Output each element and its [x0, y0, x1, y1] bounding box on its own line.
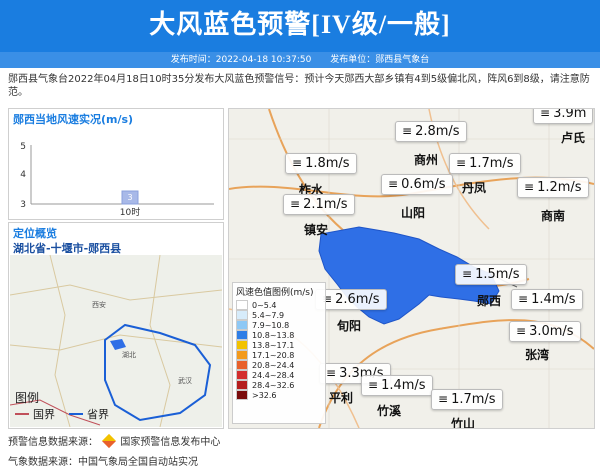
bar-value-label: 3: [127, 193, 132, 202]
wind-reading[interactable]: ≡ 1.4m/s: [361, 375, 433, 396]
wind-icon: ≡: [516, 324, 527, 338]
location-panel: 定位概览 湖北省-十堰市-郧西县 西安 湖北 武汉 图例 国界 省界: [8, 222, 224, 429]
y-tick-label: 4: [20, 170, 26, 180]
legend-row: 7.9~10.8: [233, 320, 325, 330]
wind-reading[interactable]: ≡ 2.1m/s: [283, 194, 355, 215]
wind-icon: ≡: [540, 108, 551, 120]
overview-legend: 图例 国界 省界: [15, 389, 125, 422]
overview-legend-title: 图例: [15, 391, 40, 405]
wind-reading[interactable]: ≡ 1.7m/s: [449, 153, 521, 174]
legend-swatch: [236, 380, 248, 390]
legend-row: 0~5.4: [233, 300, 325, 310]
wind-reading[interactable]: ≡ 3.0m/s: [509, 321, 581, 342]
wind-speed-chart: 5 4 3 3 10时: [20, 142, 214, 218]
legend-swatch: [236, 330, 248, 340]
wind-icon: ≡: [290, 197, 301, 211]
wind-icon: ≡: [462, 267, 473, 281]
place-label: 竹溪: [377, 404, 402, 418]
overview-place-label: 湖北: [122, 350, 136, 359]
title-banner: 大风蓝色预警[IV级/一般]: [0, 0, 600, 52]
location-path: 湖北省-十堰市-郧西县: [13, 242, 122, 255]
legend-row: 13.8~17.1: [233, 340, 325, 350]
place-label: 旬阳: [337, 319, 362, 333]
border-line-icon: [69, 413, 83, 415]
legend-row: 20.8~24.4: [233, 360, 325, 370]
wind-reading[interactable]: ≡ 1.8m/s: [285, 153, 357, 174]
publisher: 发布单位：郧西县气象台: [330, 55, 430, 65]
place-label: 商南: [541, 209, 566, 223]
y-tick-label: 5: [20, 142, 26, 152]
place-label: 竹山: [451, 417, 476, 429]
wind-icon: ≡: [456, 156, 467, 170]
wind-reading[interactable]: ≡ 1.4m/s: [511, 289, 583, 310]
place-label: 平利: [329, 391, 354, 405]
wind-icon: ≡: [438, 392, 449, 406]
place-label: 卢氏: [561, 131, 586, 145]
wind-reading[interactable]: ≡ 0.6m/s: [381, 174, 453, 195]
place-label: 镇安: [304, 223, 329, 237]
legend-swatch: [236, 310, 248, 320]
overview-place-label: 西安: [92, 300, 106, 309]
place-label: 山阳: [401, 206, 426, 220]
warning-source-line: 预警信息数据来源： 国家预警信息发布中心: [8, 433, 221, 449]
legend-swatch: [236, 300, 248, 310]
legend-item-country: 国界: [33, 408, 55, 421]
wind-speed-panel: 郧西当地风速实况(m/s) 5 4 3 3 10时: [8, 108, 224, 220]
legend-item-province: 省界: [87, 408, 109, 421]
wind-icon: ≡: [368, 378, 379, 392]
wind-icon: ≡: [524, 180, 535, 194]
legend-swatch: [236, 370, 248, 380]
place-label: 张湾: [525, 348, 550, 362]
legend-row: 5.4~7.9: [233, 310, 325, 320]
legend-swatch: [236, 320, 248, 330]
page-title: 大风蓝色预警[IV级/一般]: [149, 10, 451, 39]
wind-icon: ≡: [388, 177, 399, 191]
wind-reading[interactable]: ≡ 1.2m/s: [517, 177, 589, 198]
legend-swatch: [236, 360, 248, 370]
publish-info-bar: 发布时间：2022-04-18 10:37:50 发布单位：郧西县气象台: [0, 52, 600, 68]
place-label: 商州: [414, 153, 439, 167]
legend-row: 10.8~13.8: [233, 330, 325, 340]
legend-row: 17.1~20.8: [233, 350, 325, 360]
legend-swatch: [236, 350, 248, 360]
legend-row: 24.4~28.4: [233, 370, 325, 380]
warning-source: 国家预警信息发布中心: [120, 437, 221, 448]
wind-reading[interactable]: ≡ 3.9m: [533, 108, 594, 124]
legend-row: >32.6: [233, 390, 325, 400]
weather-source-line: 气象数据来源：中国气象局全国自动站实况: [8, 457, 198, 468]
source-logo-icon: [102, 433, 117, 449]
overview-place-label: 武汉: [178, 376, 192, 385]
border-line-icon: [15, 413, 29, 415]
y-tick-label: 3: [20, 200, 26, 210]
wind-reading[interactable]: ≡ 1.5m/s: [455, 264, 527, 285]
wind-reading[interactable]: ≡ 1.7m/s: [431, 389, 503, 410]
legend-swatch: [236, 390, 248, 400]
warning-source-prefix: 预警信息数据来源：: [8, 437, 98, 448]
wind-color-legend: 风速色值图例(m/s) 0~5.4 5.4~7.9 7.9~10.8 10.8~…: [232, 282, 326, 424]
wind-icon: ≡: [402, 124, 413, 138]
publish-time: 发布时间：2022-04-18 10:37:50: [170, 55, 312, 65]
wind-icon: ≡: [326, 366, 337, 380]
wind-reading[interactable]: ≡ 2.8m/s: [395, 121, 467, 142]
wind-icon: ≡: [518, 292, 529, 306]
warning-notice: 郧西县气象台2022年04月18日10时35分发布大风蓝色预警信号：预计今天郧西…: [8, 74, 590, 98]
place-label: 郧西: [477, 294, 502, 308]
x-tick-label: 10时: [120, 206, 140, 218]
location-panel-title: 定位概览: [13, 227, 57, 240]
legend-row: 28.4~32.6: [233, 380, 325, 390]
place-label: 丹凤: [462, 181, 487, 195]
wind-icon: ≡: [292, 156, 303, 170]
legend-swatch: [236, 340, 248, 350]
wind-legend-title: 风速色值图例(m/s): [236, 288, 314, 298]
